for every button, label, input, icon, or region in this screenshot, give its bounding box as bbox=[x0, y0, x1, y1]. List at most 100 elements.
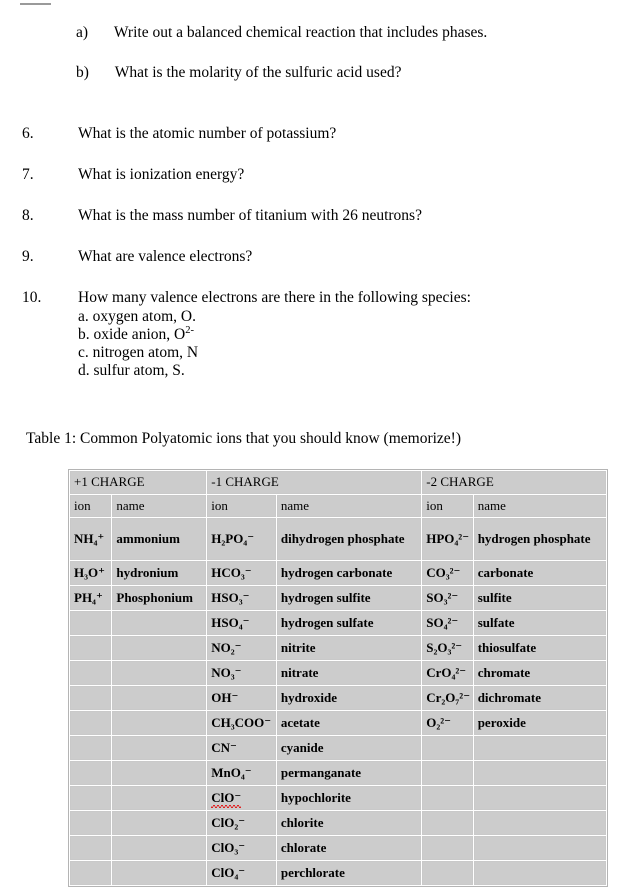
table-row: ClO₂⁻ chlorite bbox=[70, 811, 606, 835]
cell-plus1-name: ammonium bbox=[112, 518, 207, 560]
cell-minus1-name: perchlorate bbox=[276, 861, 422, 885]
cell-minus1-ion: CN⁻ bbox=[207, 736, 276, 760]
top-artifact-rule bbox=[20, 3, 51, 5]
cell-plus1-name bbox=[112, 836, 207, 860]
cell-minus1-ion: ClO⁻ bbox=[207, 786, 276, 810]
table-row: CN⁻ cyanide bbox=[70, 736, 606, 760]
cell-minus1-name: chlorite bbox=[276, 811, 422, 835]
subquestion-b-label: b) bbox=[76, 64, 89, 81]
cell-plus1-name: Phosphonium bbox=[112, 586, 207, 610]
cell-plus1-name bbox=[112, 761, 207, 785]
question-10-part-a: a. oxygen atom, O. bbox=[78, 308, 196, 326]
charge-header-row: +1 CHARGE -1 CHARGE -2 CHARGE bbox=[70, 471, 606, 494]
table-body: +1 CHARGE -1 CHARGE -2 CHARGE ion name i… bbox=[70, 471, 606, 885]
table-row: CH₃COO⁻ acetate O₂²⁻ peroxide bbox=[70, 711, 606, 735]
cell-plus1-name bbox=[112, 611, 207, 635]
question-8-text: What is the mass number of titanium with… bbox=[78, 207, 422, 224]
subquestion-b: b) What is the molarity of the sulfuric … bbox=[76, 64, 401, 82]
cell-minus1-name: hydrogen sulfite bbox=[276, 586, 422, 610]
cell-minus1-ion: NO₃⁻ bbox=[207, 661, 276, 685]
subquestion-a: a) Write out a balanced chemical reactio… bbox=[76, 24, 487, 42]
question-10-part-b: b. oxide anion, O2- bbox=[78, 324, 194, 344]
cell-minus2-ion: CO₃²⁻ bbox=[422, 561, 473, 585]
cell-plus1-ion: H₃O⁺ bbox=[70, 561, 112, 585]
cell-minus1-ion: MnO₄⁻ bbox=[207, 761, 276, 785]
subheader-ion-minus2: ion bbox=[422, 495, 473, 517]
question-10-part-c: c. nitrogen atom, N bbox=[78, 344, 198, 362]
cell-minus1-ion: HSO₃⁻ bbox=[207, 586, 276, 610]
question-9-text: What are valence electrons? bbox=[78, 248, 253, 265]
cell-plus1-name bbox=[112, 711, 207, 735]
question-7-number: 7. bbox=[22, 166, 34, 183]
subquestion-a-label: a) bbox=[76, 24, 89, 41]
charge-header-minus1: -1 CHARGE bbox=[207, 471, 422, 494]
question-8-number: 8. bbox=[22, 207, 34, 224]
cell-minus1-name: hydrogen sulfate bbox=[276, 611, 422, 635]
cell-minus2-ion: Cr₂O₇²⁻ bbox=[422, 686, 473, 710]
cell-minus1-ion: ClO₄⁻ bbox=[207, 861, 276, 885]
cell-minus2-ion: CrO₄²⁻ bbox=[422, 661, 473, 685]
cell-plus1-ion: PH₄⁺ bbox=[70, 586, 112, 610]
polyatomic-ion-table-wrapper: +1 CHARGE -1 CHARGE -2 CHARGE ion name i… bbox=[68, 469, 608, 887]
cell-minus1-ion: OH⁻ bbox=[207, 686, 276, 710]
cell-plus1-ion bbox=[70, 636, 112, 660]
cell-plus1-ion bbox=[70, 611, 112, 635]
cell-minus2-name bbox=[473, 811, 606, 835]
subheader-name-minus1: name bbox=[276, 495, 422, 517]
cell-minus2-name bbox=[473, 786, 606, 810]
subheader-ion-minus1: ion bbox=[207, 495, 276, 517]
cell-plus1-name bbox=[112, 736, 207, 760]
table-row: H₃O⁺ hydronium HCO₃⁻ hydrogen carbonate … bbox=[70, 561, 606, 585]
cell-minus2-ion bbox=[422, 836, 473, 860]
cell-minus1-name: permanganate bbox=[276, 761, 422, 785]
question-10-part-d-text: sulfur atom, S. bbox=[93, 362, 185, 379]
cell-minus2-ion bbox=[422, 861, 473, 885]
question-7-text: What is ionization energy? bbox=[78, 166, 245, 183]
cell-minus1-name: hydrogen carbonate bbox=[276, 561, 422, 585]
table-row: ClO₄⁻ perchlorate bbox=[70, 861, 606, 885]
cell-minus1-name: nitrate bbox=[276, 661, 422, 685]
cell-minus2-ion bbox=[422, 786, 473, 810]
question-6-number: 6. bbox=[22, 125, 34, 142]
cell-minus1-name: acetate bbox=[276, 711, 422, 735]
cell-minus2-name: thiosulfate bbox=[473, 636, 606, 660]
subheader-row: ion name ion name ion name bbox=[70, 495, 606, 517]
cell-minus1-name: hypochlorite bbox=[276, 786, 422, 810]
cell-plus1-ion bbox=[70, 686, 112, 710]
cell-minus1-name: nitrite bbox=[276, 636, 422, 660]
table-row: NO₃⁻ nitrate CrO₄²⁻ chromate bbox=[70, 661, 606, 685]
cell-minus2-name: sulfate bbox=[473, 611, 606, 635]
charge-header-minus2: -2 CHARGE bbox=[422, 471, 606, 494]
cell-minus2-name bbox=[473, 761, 606, 785]
cell-minus2-name: hydrogen phosphate bbox=[473, 518, 606, 560]
question-9-number: 9. bbox=[22, 248, 34, 265]
cell-minus1-ion: H₂PO₄⁻ bbox=[207, 518, 276, 560]
cell-plus1-ion bbox=[70, 736, 112, 760]
question-10-part-b-label: b. bbox=[78, 326, 90, 343]
cell-minus2-ion: SO₃²⁻ bbox=[422, 586, 473, 610]
cell-minus1-name: chlorate bbox=[276, 836, 422, 860]
table-row: PH₄⁺ Phosphonium HSO₃⁻ hydrogen sulfite … bbox=[70, 586, 606, 610]
cell-plus1-ion bbox=[70, 711, 112, 735]
cell-plus1-name bbox=[112, 811, 207, 835]
question-10-part-b-charge: 2- bbox=[185, 324, 194, 336]
subquestion-a-text: Write out a balanced chemical reaction t… bbox=[113, 24, 488, 41]
cell-plus1-name: hydronium bbox=[112, 561, 207, 585]
table-caption: Table 1: Common Polyatomic ions that you… bbox=[26, 430, 462, 447]
cell-minus1-name: hydroxide bbox=[276, 686, 422, 710]
cell-minus2-name: chromate bbox=[473, 661, 606, 685]
cell-minus2-ion: O₂²⁻ bbox=[422, 711, 473, 735]
cell-minus1-ion: CH₃COO⁻ bbox=[207, 711, 276, 735]
question-10-part-c-text: nitrogen atom, N bbox=[92, 344, 199, 361]
cell-plus1-name bbox=[112, 686, 207, 710]
question-10-number: 10. bbox=[22, 289, 42, 306]
cell-plus1-ion: NH₄⁺ bbox=[70, 518, 112, 560]
cell-minus1-name: cyanide bbox=[276, 736, 422, 760]
cell-plus1-ion bbox=[70, 836, 112, 860]
subheader-name-minus2: name bbox=[473, 495, 606, 517]
cell-plus1-name bbox=[112, 861, 207, 885]
table-row: ClO⁻ hypochlorite bbox=[70, 786, 606, 810]
cell-minus1-ion: HSO₄⁻ bbox=[207, 611, 276, 635]
cell-minus2-ion bbox=[422, 811, 473, 835]
subheader-name-plus1: name bbox=[112, 495, 207, 517]
